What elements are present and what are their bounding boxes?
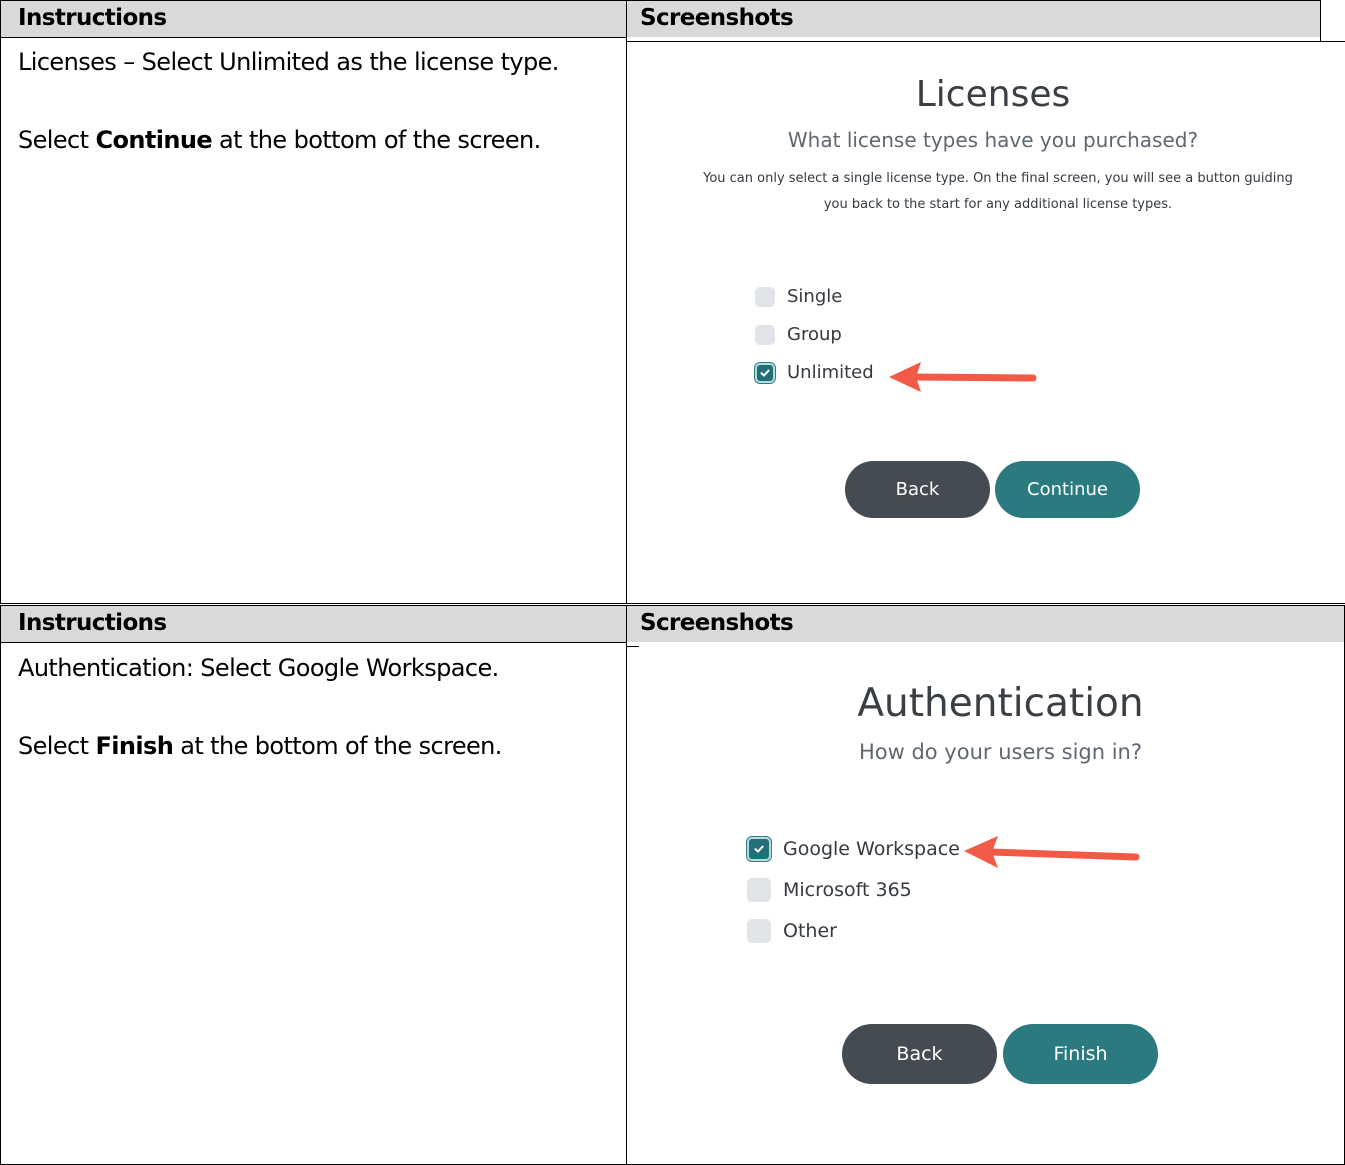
- page-subtitle: What license types have you purchased?: [787, 128, 1199, 152]
- checkbox-single[interactable]: [755, 286, 775, 307]
- header-cell-instructions: Instructions: [1, 605, 626, 642]
- page-title: Licenses: [915, 74, 1071, 115]
- header-instructions: Instructions: [18, 5, 167, 31]
- annotation-arrow-icon: [964, 836, 1140, 868]
- page-title: Authentication: [857, 681, 1144, 726]
- licenses-screenshot: Licenses What license types have you pur…: [628, 42, 1343, 603]
- header-cell-screenshots: Screenshots: [627, 605, 1344, 642]
- back-button[interactable]: Back: [845, 461, 990, 518]
- option-label: Unlimited: [787, 362, 874, 383]
- option-label: Other: [783, 920, 837, 942]
- option-label: Single: [787, 286, 843, 307]
- finish-button[interactable]: Finish: [1003, 1024, 1158, 1084]
- instruction-action: Select Finish at the bottom of the scree…: [18, 732, 502, 760]
- checkbox-other[interactable]: [747, 919, 771, 943]
- instruction-action: Select Continue at the bottom of the scr…: [18, 126, 541, 154]
- option-label: Microsoft 365: [783, 879, 912, 901]
- back-button[interactable]: Back: [842, 1024, 997, 1084]
- option-label: Group: [787, 324, 842, 345]
- continue-button[interactable]: Continue: [995, 461, 1140, 518]
- option-label: Google Workspace: [783, 838, 960, 860]
- instruction-text: Licenses – Select Unlimited as the licen…: [18, 43, 608, 160]
- option-group[interactable]: Group: [755, 324, 842, 345]
- page-description: You can only select a single license typ…: [703, 171, 1293, 212]
- instruction-table-authentication: Instructions Screenshots Authentication:…: [0, 605, 1345, 1165]
- instruction-step: Authentication: Select Google Workspace.: [18, 654, 499, 682]
- header-cell-instructions: Instructions: [1, 0, 626, 37]
- checkmark-icon: [754, 845, 764, 853]
- header-screenshots: Screenshots: [640, 610, 794, 636]
- authentication-screenshot: Authentication How do your users sign in…: [628, 647, 1343, 1164]
- annotation-arrow-icon: [889, 362, 1037, 392]
- option-microsoft-365[interactable]: Microsoft 365: [747, 878, 912, 902]
- instruction-text: Authentication: Select Google Workspace.…: [18, 649, 608, 766]
- instruction-table-licenses: Instructions Screenshots Licenses – Sele…: [0, 0, 1345, 604]
- instruction-step: Licenses – Select Unlimited as the licen…: [18, 48, 559, 76]
- header-instructions: Instructions: [18, 610, 167, 636]
- checkbox-group[interactable]: [755, 324, 775, 345]
- option-other[interactable]: Other: [747, 919, 837, 943]
- option-single[interactable]: Single: [755, 286, 842, 307]
- checkmark-icon: [760, 369, 770, 377]
- checkbox-microsoft-365[interactable]: [747, 878, 771, 902]
- checkbox-unlimited[interactable]: [754, 361, 776, 384]
- option-google-workspace[interactable]: Google Workspace: [746, 836, 960, 862]
- header-screenshots: Screenshots: [640, 5, 794, 31]
- header-cell-screenshots: Screenshots: [627, 0, 1320, 37]
- checkbox-google-workspace[interactable]: [746, 836, 772, 862]
- page-subtitle: How do your users sign in?: [858, 740, 1143, 764]
- option-unlimited[interactable]: Unlimited: [754, 361, 874, 384]
